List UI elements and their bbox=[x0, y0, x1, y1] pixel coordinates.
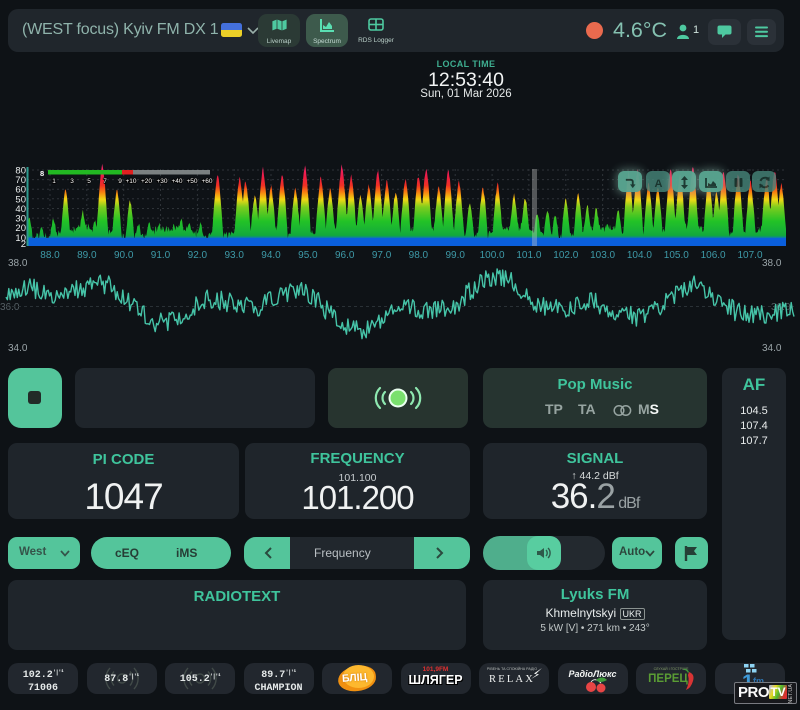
svg-text:38.0: 38.0 bbox=[8, 258, 28, 269]
svg-text:36.0: 36.0 bbox=[0, 302, 20, 313]
svg-text:34.0: 34.0 bbox=[8, 343, 28, 354]
svg-text:34.0: 34.0 bbox=[762, 343, 782, 354]
svg-text:38.0: 38.0 bbox=[762, 258, 782, 269]
